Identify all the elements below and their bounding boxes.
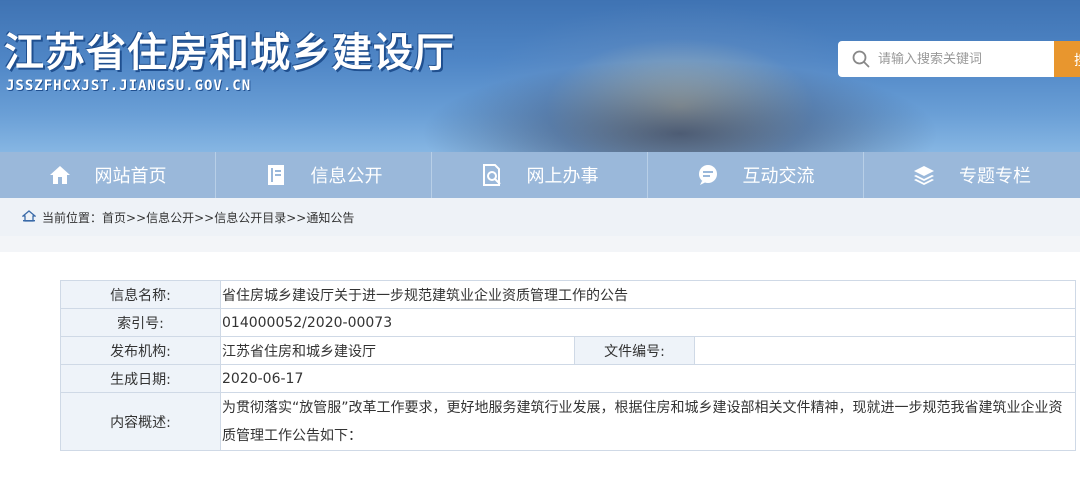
nav-item-home[interactable]: 网站首页 bbox=[0, 152, 217, 198]
index-number-value: 014000052/2020-00073 bbox=[220, 308, 1076, 337]
table-row: 发布机构: 江苏省住房和城乡建设厅 文件编号: bbox=[60, 336, 1076, 365]
nav-item-online-service[interactable]: 网上办事 bbox=[432, 152, 649, 198]
table-row: 内容概述: 为贯彻落实“放管服”改革工作要求，更好地服务建筑行业发展，根据住房和… bbox=[60, 392, 1076, 451]
main-nav: 网站首页 信息公开 网上办事 互动交流 专题专栏 bbox=[0, 152, 1080, 198]
home-icon bbox=[49, 164, 71, 186]
search-input[interactable] bbox=[878, 51, 1048, 67]
breadcrumb: 当前位置： 首页>>信息公开>>信息公开目录>>通知公告 bbox=[0, 198, 1080, 236]
site-domain: JSSZFHCXJST.JIANGSU.GOV.CN bbox=[6, 78, 252, 94]
nav-item-info-public[interactable]: 信息公开 bbox=[216, 152, 433, 198]
summary-value: 为贯彻落实“放管服”改革工作要求，更好地服务建筑行业发展，根据住房和城乡建设部相… bbox=[220, 392, 1076, 451]
nav-item-label: 专题专栏 bbox=[959, 166, 1032, 187]
section-gap bbox=[0, 236, 1080, 252]
nav-item-label: 互动交流 bbox=[742, 166, 815, 187]
breadcrumb-label: 当前位置： bbox=[42, 210, 103, 225]
index-number-label: 索引号: bbox=[60, 308, 221, 337]
site-header: 江苏省住房和城乡建设厅 JSSZFHCXJST.JIANGSU.GOV.CN 搜 bbox=[0, 0, 1080, 152]
breadcrumb-path[interactable]: 首页>>信息公开>>信息公开目录>>通知公告 bbox=[102, 209, 354, 226]
nav-item-interaction[interactable]: 互动交流 bbox=[648, 152, 865, 198]
summary-label: 内容概述: bbox=[60, 392, 221, 451]
content-area: 信息名称: 省住房城乡建设厅关于进一步规范建筑业企业资质管理工作的公告 索引号:… bbox=[0, 252, 1080, 482]
publisher-label: 发布机构: bbox=[60, 336, 221, 365]
nav-item-label: 信息公开 bbox=[310, 166, 383, 187]
search-icon bbox=[852, 50, 870, 68]
layers-icon bbox=[913, 164, 935, 186]
nav-item-label: 网上办事 bbox=[526, 166, 599, 187]
document-number-value bbox=[694, 336, 1076, 365]
site-title[interactable]: 江苏省住房和城乡建设厅 bbox=[4, 20, 455, 78]
info-name-label: 信息名称: bbox=[60, 280, 221, 309]
table-row: 索引号: 014000052/2020-00073 bbox=[60, 308, 1076, 337]
date-label: 生成日期: bbox=[60, 364, 221, 393]
table-row: 生成日期: 2020-06-17 bbox=[60, 364, 1076, 393]
info-name-value: 省住房城乡建设厅关于进一步规范建筑业企业资质管理工作的公告 bbox=[220, 280, 1076, 309]
search-document-icon bbox=[481, 164, 503, 186]
info-metadata-table: 信息名称: 省住房城乡建设厅关于进一步规范建筑业企业资质管理工作的公告 索引号:… bbox=[60, 280, 1076, 451]
location-icon bbox=[21, 209, 37, 225]
publisher-value: 江苏省住房和城乡建设厅 bbox=[220, 336, 575, 365]
document-number-label: 文件编号: bbox=[574, 336, 695, 365]
date-value: 2020-06-17 bbox=[220, 364, 1076, 393]
search-button[interactable]: 搜 bbox=[1054, 41, 1080, 77]
table-row: 信息名称: 省住房城乡建设厅关于进一步规范建筑业企业资质管理工作的公告 bbox=[60, 280, 1076, 309]
document-icon bbox=[265, 164, 287, 186]
search-box bbox=[838, 41, 1054, 77]
nav-item-label: 网站首页 bbox=[94, 166, 167, 187]
chat-icon bbox=[697, 164, 719, 186]
nav-item-special-topics[interactable]: 专题专栏 bbox=[864, 152, 1080, 198]
